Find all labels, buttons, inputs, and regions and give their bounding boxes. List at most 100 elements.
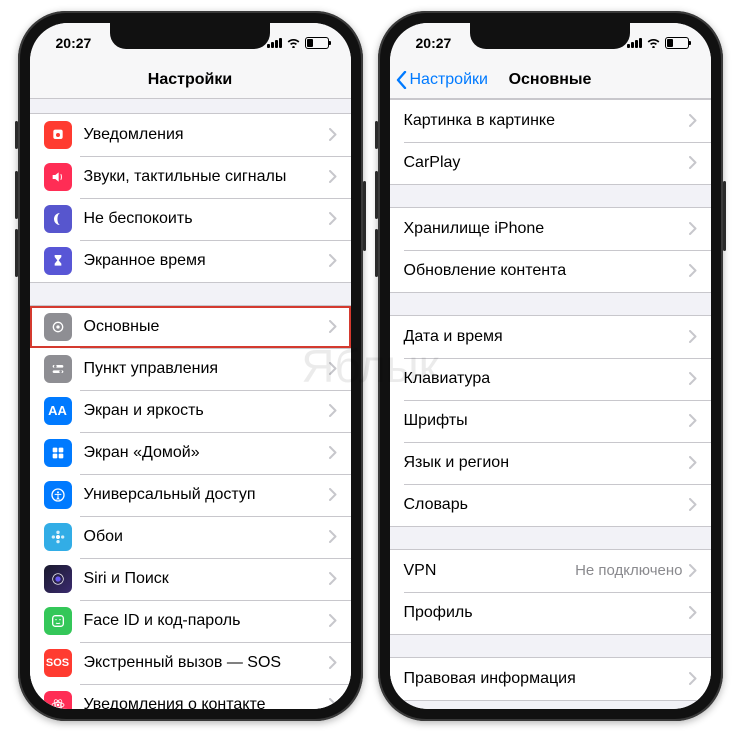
chevron-right-icon [329, 362, 337, 375]
chevron-right-icon [689, 606, 697, 619]
battery-icon [305, 37, 329, 49]
row-dict[interactable]: Словарь [390, 484, 711, 526]
chevron-right-icon [329, 404, 337, 417]
sounds-icon [44, 163, 72, 191]
chevron-right-icon [329, 170, 337, 183]
row-accessibility[interactable]: Универсальный доступ [30, 474, 351, 516]
row-profile[interactable]: Профиль [390, 592, 711, 634]
page-title: Настройки [148, 71, 232, 89]
back-button[interactable]: Настройки [396, 71, 488, 89]
row-homescreen[interactable]: Экран «Домой» [30, 432, 351, 474]
row-vpn[interactable]: VPNНе подключено [390, 550, 711, 592]
row-keyboard[interactable]: Клавиатура [390, 358, 711, 400]
row-label: Словарь [404, 496, 689, 514]
navbar-general: Настройки Основные [390, 63, 711, 99]
general-list[interactable]: Картинка в картинке CarPlay Хранилище iPho… [390, 99, 711, 709]
row-datetime[interactable]: Дата и время [390, 316, 711, 358]
row-wallpaper[interactable]: Обои [30, 516, 351, 558]
row-refresh[interactable]: Обновление контента [390, 250, 711, 292]
status-time: 20:27 [416, 35, 452, 51]
back-label: Настройки [410, 71, 488, 89]
chevron-right-icon [329, 530, 337, 543]
wifi-icon [286, 37, 301, 48]
row-screentime[interactable]: Экранное время [30, 240, 351, 282]
row-label: Обновление контента [404, 262, 689, 280]
row-storage[interactable]: Хранилище iPhone [390, 208, 711, 250]
chevron-right-icon [329, 128, 337, 141]
row-label: Экран и яркость [84, 402, 329, 420]
chevron-right-icon [689, 372, 697, 385]
settings-list[interactable]: Уведомления Звуки, тактильные сигналы Не б… [30, 99, 351, 709]
display-icon: AA [44, 397, 72, 425]
status-time: 20:27 [56, 35, 92, 51]
row-siri[interactable]: Siri и Поиск [30, 558, 351, 600]
row-display[interactable]: AA Экран и яркость [30, 390, 351, 432]
signal-icon [627, 37, 642, 48]
general-icon [44, 313, 72, 341]
chevron-right-icon [689, 564, 697, 577]
row-label: Универсальный доступ [84, 486, 329, 504]
chevron-right-icon [689, 156, 697, 169]
chevron-right-icon [689, 114, 697, 127]
row-sounds[interactable]: Звуки, тактильные сигналы [30, 156, 351, 198]
row-legal[interactable]: Правовая информация [390, 658, 711, 700]
row-label: VPN [404, 562, 576, 580]
row-label: Siri и Поиск [84, 570, 329, 588]
chevron-right-icon [689, 498, 697, 511]
chevron-right-icon [329, 212, 337, 225]
chevron-right-icon [329, 572, 337, 585]
notifications-icon [44, 121, 72, 149]
page-title: Основные [509, 71, 592, 89]
dnd-icon [44, 205, 72, 233]
row-lang[interactable]: Язык и регион [390, 442, 711, 484]
row-pip[interactable]: Картинка в картинке [390, 100, 711, 142]
row-label: Картинка в картинке [404, 112, 689, 130]
row-label: Хранилище iPhone [404, 220, 689, 238]
chevron-right-icon [329, 614, 337, 627]
row-label: Язык и регион [404, 454, 689, 472]
chevron-right-icon [329, 320, 337, 333]
row-general[interactable]: Основные [30, 306, 351, 348]
row-label: Звуки, тактильные сигналы [84, 168, 329, 186]
row-label: Уведомления о контакте [84, 696, 329, 709]
exposure-icon [44, 691, 72, 709]
siri-icon [44, 565, 72, 593]
row-label: Не беспокоить [84, 210, 329, 228]
row-detail: Не подключено [575, 562, 682, 579]
phone-left: 20:27 Настройки Уведомления Звуки, тактил… [18, 11, 363, 721]
row-sos[interactable]: SOS Экстренный вызов — SOS [30, 642, 351, 684]
faceid-icon [44, 607, 72, 635]
chevron-right-icon [329, 446, 337, 459]
row-label: Пункт управления [84, 360, 329, 378]
sos-icon: SOS [44, 649, 72, 677]
row-label: Обои [84, 528, 329, 546]
row-label: Основные [84, 318, 329, 336]
row-label: Экранное время [84, 252, 329, 270]
row-label: Правовая информация [404, 670, 689, 688]
row-label: Дата и время [404, 328, 689, 346]
chevron-right-icon [329, 488, 337, 501]
phone-right: 20:27 Настройки Основные Картинка в карт… [378, 11, 723, 721]
notch [110, 23, 270, 49]
notch [470, 23, 630, 49]
row-fonts[interactable]: Шрифты [390, 400, 711, 442]
row-label: CarPlay [404, 154, 689, 172]
row-label: Face ID и код-пароль [84, 612, 329, 630]
row-label: Клавиатура [404, 370, 689, 388]
row-exposure[interactable]: Уведомления о контакте [30, 684, 351, 709]
row-faceid[interactable]: Face ID и код-пароль [30, 600, 351, 642]
row-control-center[interactable]: Пункт управления [30, 348, 351, 390]
row-label: Профиль [404, 604, 689, 622]
row-label: Экран «Домой» [84, 444, 329, 462]
row-dnd[interactable]: Не беспокоить [30, 198, 351, 240]
screentime-icon [44, 247, 72, 275]
row-notifications[interactable]: Уведомления [30, 114, 351, 156]
signal-icon [267, 37, 282, 48]
chevron-right-icon [329, 254, 337, 267]
wifi-icon [646, 37, 661, 48]
chevron-right-icon [689, 456, 697, 469]
row-label: Экстренный вызов — SOS [84, 654, 329, 672]
homescreen-icon [44, 439, 72, 467]
row-carplay[interactable]: CarPlay [390, 142, 711, 184]
row-label: Шрифты [404, 412, 689, 430]
